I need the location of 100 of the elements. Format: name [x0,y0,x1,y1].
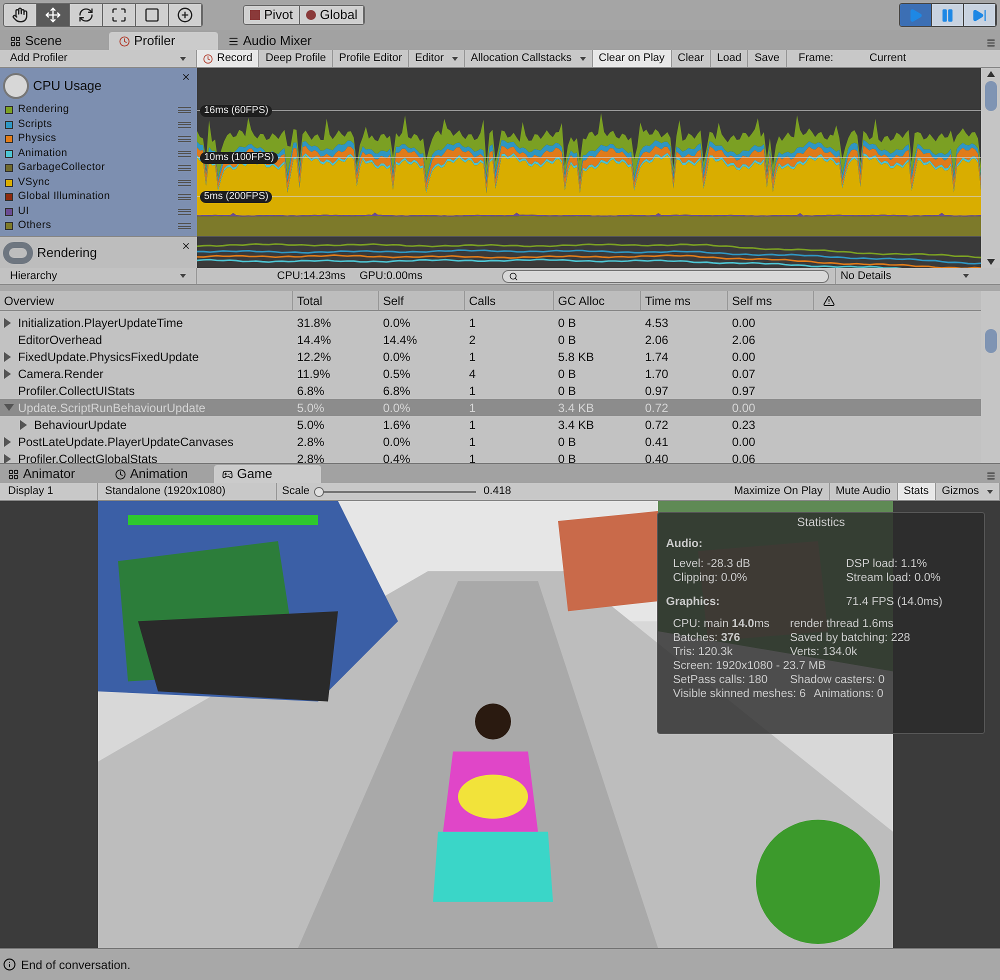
legend-label: Physics [18,131,56,146]
display-dropdown[interactable]: Display 1 [0,483,98,500]
table-cell-text: 0.0% [382,316,410,330]
close-icon[interactable] [181,241,191,251]
table-cell-text: 0 B [557,384,576,398]
drag-handle-icon[interactable] [178,165,191,172]
scale-label: Scale [282,484,310,500]
clock-icon [119,36,130,46]
window-tab[interactable]: Animation [107,465,214,483]
legend-label: Animation [18,146,68,161]
menu-icon[interactable] [986,471,996,481]
rect-icon [144,7,160,23]
drag-handle-icon[interactable] [178,150,191,157]
window-tab[interactable]: Profiler [109,32,218,50]
drag-handle-icon[interactable] [178,194,191,200]
table-cell-text: 0 B [557,366,576,380]
drag-handle-icon[interactable] [178,136,191,142]
handle-button[interactable]: Pivot [244,6,300,24]
window-tab[interactable]: Animator [0,465,107,483]
game-toolbar-button[interactable]: Stats [898,483,936,500]
tool-button[interactable] [169,4,202,26]
scale-slider[interactable] [316,486,476,496]
tool-button[interactable] [37,4,70,26]
table-cell-text: 0.5% [382,366,410,380]
legend-swatch[interactable] [5,135,13,144]
details-dropdown[interactable]: No Details [835,268,974,284]
stat-text: Visible skinned meshes: 6 [673,687,807,701]
dropdown-arrow-icon [452,56,458,60]
table-cell-text: 0.0% [382,350,410,364]
menu-icon[interactable] [986,38,996,48]
stat-text: render thread 1.6ms [790,617,894,631]
plus-icon [177,7,193,23]
section-heading: Audio: [666,537,704,551]
legend-swatch[interactable] [5,150,13,158]
legend-swatch[interactable] [5,178,13,187]
window-tab[interactable]: Scene [0,32,109,50]
column-header[interactable]: Total [293,292,322,310]
handle-button[interactable]: Global [300,6,364,24]
tool-button[interactable] [70,4,103,26]
table-cell-text: 0.97 [644,384,668,398]
drag-handle-icon[interactable] [178,107,191,114]
module-title: CPU Usage [33,77,102,96]
play-button[interactable] [900,4,932,26]
legend-swatch[interactable] [5,222,13,230]
warning-icon[interactable] [823,294,835,306]
table-cell-text: 0.72 [644,418,668,432]
scrollbar[interactable] [981,68,1000,268]
column-header[interactable]: Overview [0,292,54,310]
cpu-time: CPU:14.23ms [277,268,346,284]
table-cell-text: 0.00 [731,400,756,414]
legend-label: Rendering [18,102,70,118]
move-icon [45,7,61,23]
scrollbar[interactable] [981,291,1000,463]
drag-handle-icon[interactable] [178,122,191,128]
toolbar-button[interactable]: Record [197,50,260,67]
close-icon[interactable] [181,72,191,82]
gamepad-icon [222,468,233,480]
guide-label: 16ms (60FPS) [200,105,272,117]
stat-text: Clipping: 0.0% [673,571,748,585]
table-cell-text: 0 B [557,332,576,346]
legend-swatch[interactable] [5,106,13,114]
step-button[interactable] [964,4,996,26]
drag-handle-icon[interactable] [178,223,191,230]
table-cell-text: 4 [468,366,476,380]
table-cell-text: 0.40 [644,452,668,466]
view-dropdown[interactable]: Hierarchy [0,268,197,284]
column-header[interactable]: GC Alloc [554,292,605,310]
dropdown-arrow-icon [580,56,586,60]
column-header[interactable]: Self [379,292,404,310]
column-header[interactable]: Time ms [641,292,691,310]
legend-swatch[interactable] [5,193,13,202]
table-cell-text: 0.97 [731,384,756,398]
toolbar-button[interactable]: Clear on Play [592,50,672,67]
clock-icon [115,468,126,480]
table-cell-text: 1 [468,434,476,448]
table-cell-text: 5.8 KB [557,350,594,364]
legend-label: Global Illumination [18,189,110,204]
scale-icon [111,7,127,23]
table-cell-text: 1.6% [382,418,410,432]
column-header[interactable]: Calls [465,292,496,310]
table-cell-text: Profiler.CollectGlobalStats [18,450,158,468]
legend-swatch[interactable] [5,164,13,172]
tool-button[interactable] [136,4,169,26]
table-cell-text: 1.74 [644,350,668,364]
search-field[interactable] [502,270,830,282]
tool-button[interactable] [4,4,37,26]
window-tab[interactable]: Game [214,465,321,483]
legend-label: Others [18,218,52,234]
drag-handle-icon[interactable] [178,208,191,215]
pause-button[interactable] [932,4,964,26]
table-cell-text: 0.0% [382,400,410,414]
legend-swatch[interactable] [5,120,13,129]
slider-thumb[interactable] [314,486,324,496]
column-header[interactable]: Self ms [728,292,772,310]
legend-swatch[interactable] [5,208,13,216]
drag-handle-icon[interactable] [178,180,191,186]
window-tab[interactable]: Audio Mixer [218,32,327,50]
resolution-dropdown[interactable]: Standalone (1920x1080) [98,483,277,500]
table-cell-text: 0.06 [731,452,756,466]
tool-button[interactable] [103,4,136,26]
